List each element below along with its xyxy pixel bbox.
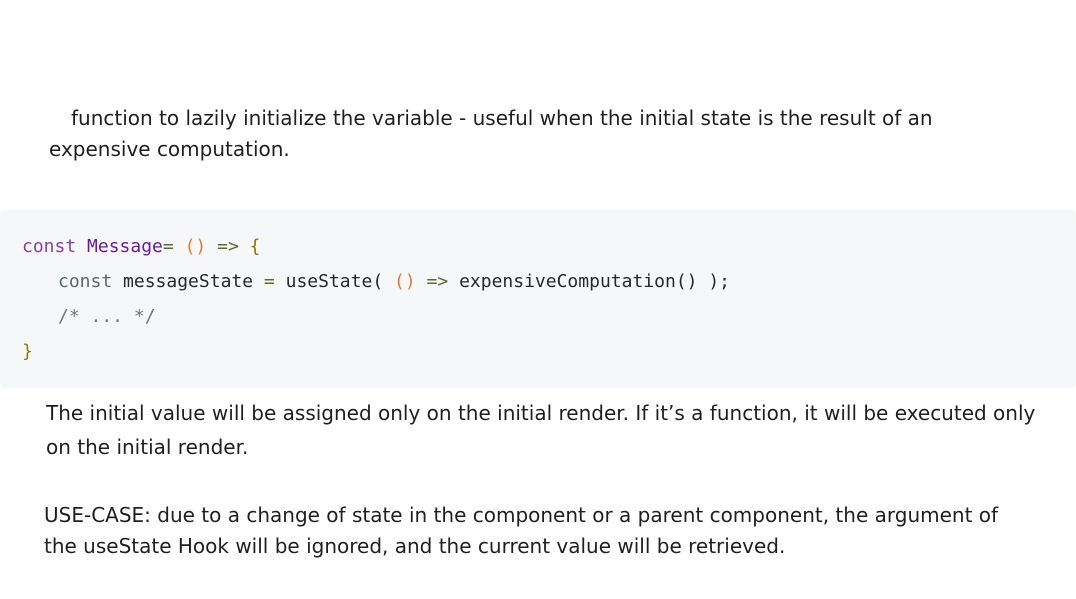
code-brace-close: } [22,341,33,362]
code-arrow: => [217,236,239,257]
code-line-4: } [22,341,33,363]
code-parens: () [394,271,416,292]
code-block: const Message= () => { const messageStat… [0,210,1076,388]
code-arrow: => [426,271,449,292]
intro-paragraph: function to lazily initialize the variab… [49,103,933,165]
code-close: ); [708,271,731,292]
usecase-paragraph: USE-CASE: due to a change of state in th… [44,500,998,562]
code-parens: () [184,236,207,257]
usecase-line-1: USE-CASE: due to a change of state in th… [44,503,999,527]
code-variable: messageState [123,271,254,292]
code-open-paren: ( [372,271,384,292]
code-call-name: expensiveComputation [459,271,676,292]
code-assign: = [263,271,275,292]
code-call-parens: () [675,271,698,292]
intro-line-2: expensive computation. [49,137,290,161]
code-line-2: const messageState = useState( () => exp… [58,271,730,293]
code-hook-name: useState [285,271,373,292]
note-paragraph: The initial value will be assigned only … [46,396,1035,464]
note-line-2: on the initial render. [46,435,249,459]
code-brace-open: { [249,236,261,257]
code-keyword: const [22,236,77,257]
intro-line-1: function to lazily initialize the variab… [71,106,933,130]
code-line-1: const Message= () => { [22,236,260,258]
code-assign: = [162,236,174,257]
code-comment: /* ... */ [58,306,156,327]
code-component-name: Message [87,236,163,257]
note-line-1: The initial value will be assigned only … [46,401,1036,425]
code-keyword: const [58,271,113,292]
usecase-line-2: the useState Hook will be ignored, and t… [44,534,786,558]
code-line-3: /* ... */ [58,306,156,328]
